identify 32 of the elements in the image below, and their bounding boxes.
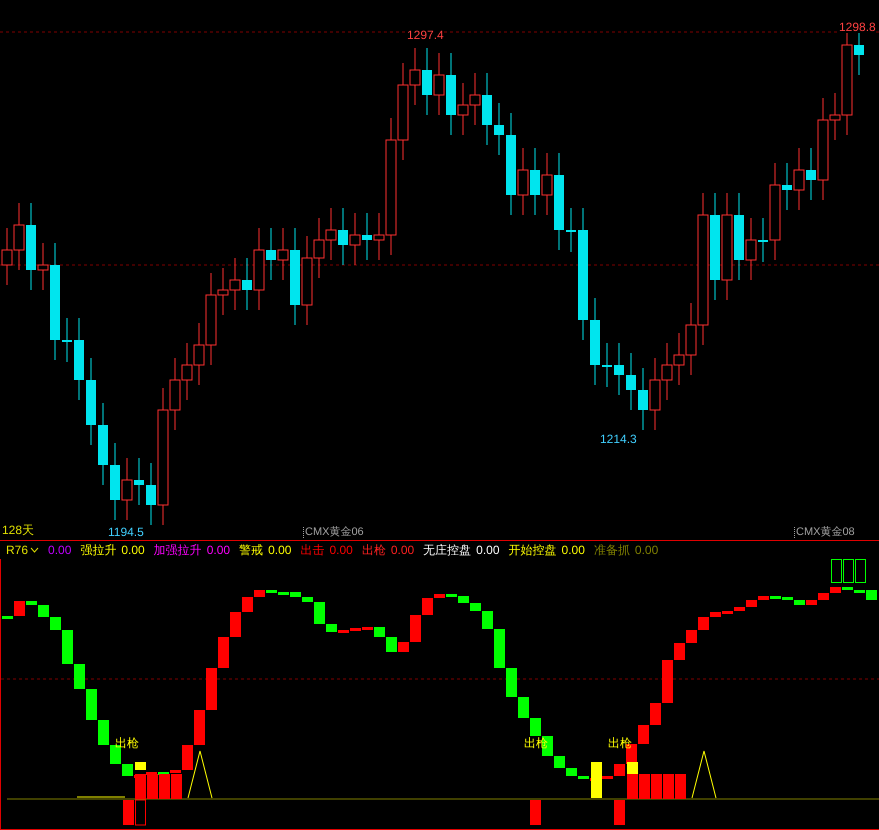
indicator-label: 警戒: [239, 542, 264, 559]
indicator-label: 加强拉升: [154, 542, 202, 559]
contract-label: CMX黄金08: [794, 527, 855, 538]
indicator-label: 出击: [300, 542, 324, 559]
period-label: 128天: [2, 524, 34, 536]
indicator-value: 0.00: [329, 542, 353, 559]
indicator-value: 0.00: [268, 542, 292, 559]
indicator-label: 出枪: [362, 542, 386, 559]
signal-label: 出枪: [115, 737, 139, 749]
indicator-value: 0.00: [121, 542, 145, 559]
indicator-value: 0.00: [634, 542, 658, 559]
indicator-value: 0.00: [562, 542, 585, 559]
indicator-value: 0.00: [206, 542, 230, 559]
indicator-label: 无庄控盘: [423, 542, 472, 559]
indicator-value: 0.00: [48, 542, 72, 559]
indicator-selector[interactable]: R76: [6, 544, 40, 556]
indicator-label: 强拉升: [80, 542, 116, 559]
price-label: 1298.8: [839, 21, 876, 33]
indicator-value: 0.00: [476, 542, 500, 559]
price-label: 1297.4: [407, 29, 444, 41]
indicator-label: 准备抓: [594, 542, 630, 559]
triangle-line: [692, 750, 716, 798]
indicator-label: 开始控盘: [508, 542, 557, 559]
price-label: 1214.3: [600, 433, 637, 445]
price-label: 1194.5: [108, 526, 144, 538]
contract-label: CMX黄金06: [303, 527, 364, 538]
signal-line: [76, 796, 126, 798]
indicator-value: 0.00: [390, 542, 414, 559]
signal-label: 出枪: [608, 737, 632, 749]
chevron-down-icon: [30, 547, 40, 553]
outlined-bar-series: [831, 559, 866, 583]
triangle-line: [188, 750, 212, 798]
